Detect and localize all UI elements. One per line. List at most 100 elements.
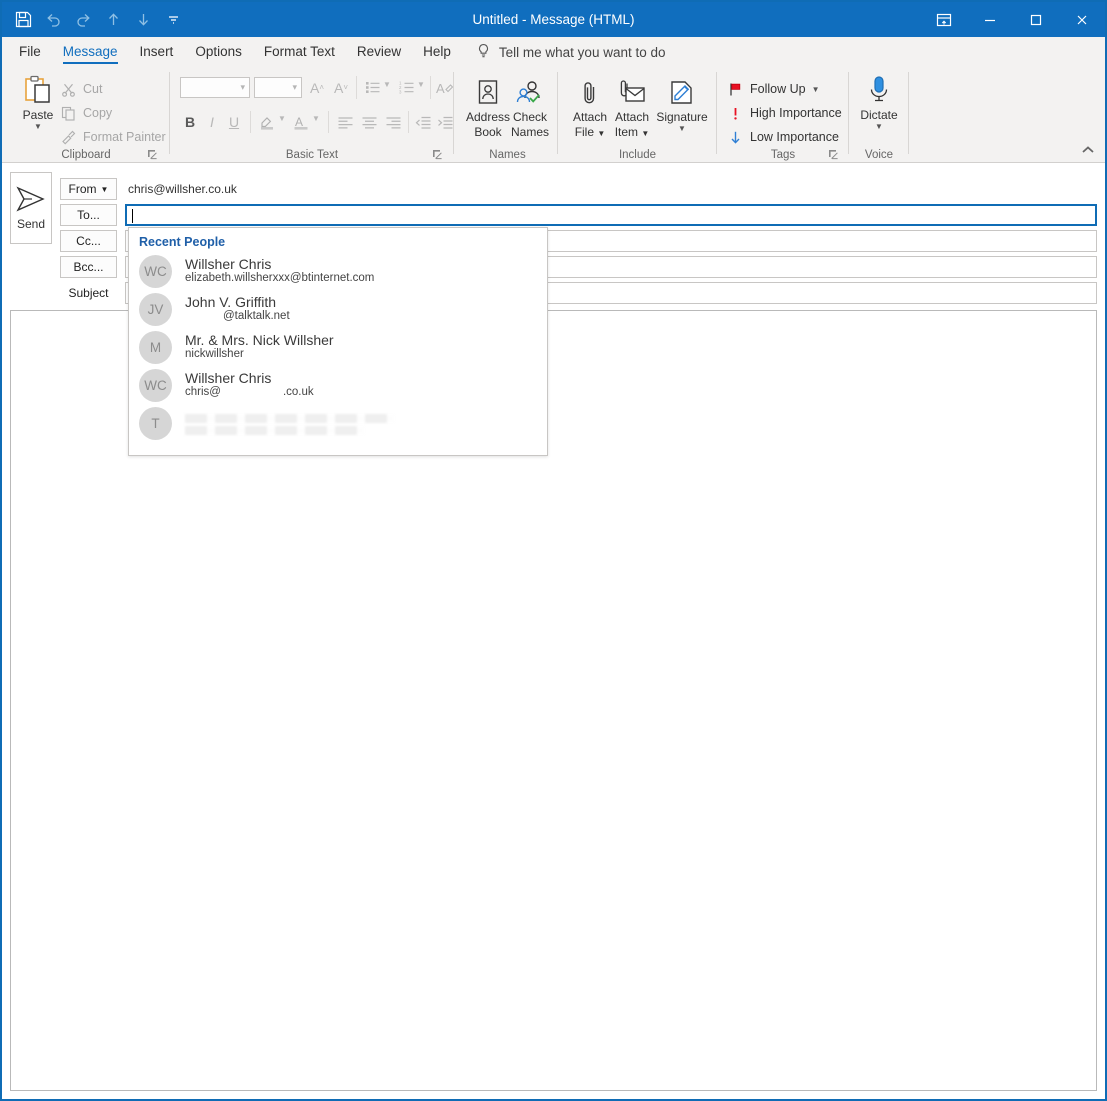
tab-format-text[interactable]: Format Text: [253, 37, 346, 67]
redo-icon[interactable]: [68, 5, 98, 35]
close-button[interactable]: [1059, 2, 1105, 37]
bullets-chevron-down-icon[interactable]: ▼: [383, 80, 391, 89]
copy-icon: [60, 105, 77, 122]
tell-me-box[interactable]: Tell me what you want to do: [462, 43, 666, 62]
font-color-chevron-down-icon[interactable]: ▼: [312, 114, 320, 123]
align-left-icon[interactable]: [334, 111, 356, 133]
chevron-down-icon[interactable]: ▼: [812, 85, 820, 94]
signature-label: Signature: [656, 111, 707, 124]
basic-text-dialog-launcher[interactable]: [432, 147, 445, 160]
contact-email: @talktalk.net: [185, 310, 290, 323]
up-arrow-icon[interactable]: [98, 5, 128, 35]
send-button[interactable]: Send: [10, 172, 52, 244]
dictate-label: Dictate: [860, 109, 897, 122]
shrink-font-icon[interactable]: A˅: [330, 77, 352, 98]
tab-help[interactable]: Help: [412, 37, 462, 67]
maximize-button[interactable]: [1013, 2, 1059, 37]
minimize-button[interactable]: [967, 2, 1013, 37]
copy-button[interactable]: Copy: [60, 103, 112, 123]
from-value: chris@willsher.co.uk: [128, 178, 237, 200]
cc-button[interactable]: Cc...: [60, 230, 117, 252]
text-cursor: [132, 209, 133, 223]
chevron-down-icon[interactable]: ▼: [34, 123, 42, 130]
italic-icon[interactable]: I: [202, 111, 222, 133]
tab-file[interactable]: File: [8, 37, 52, 67]
list-item[interactable]: M Mr. & Mrs. Nick Willsher nickwillsher: [129, 328, 547, 366]
bold-icon[interactable]: B: [180, 111, 200, 133]
font-color-icon[interactable]: A: [290, 111, 312, 133]
to-label: To...: [77, 208, 100, 222]
list-item[interactable]: WC Willsher Chris chris@.co.uk: [129, 366, 547, 404]
check-names-button[interactable]: Check Names: [502, 75, 558, 139]
list-item[interactable]: JV John V. Griffith @talktalk.net: [129, 290, 547, 328]
dictate-button[interactable]: Dictate ▼: [851, 73, 907, 130]
high-importance-label: High Importance: [750, 106, 842, 120]
grow-font-icon[interactable]: A˄: [306, 77, 328, 98]
contact-name: Willsher Chris: [185, 256, 374, 272]
names-group-label: Names: [457, 149, 558, 161]
tags-dialog-launcher[interactable]: [828, 147, 841, 160]
font-size-combobox[interactable]: ▾: [254, 77, 302, 98]
cut-button[interactable]: Cut: [60, 79, 102, 99]
contact-email: elizabeth.willsherxxx@btinternet.com: [185, 272, 374, 285]
follow-up-button[interactable]: Follow Up ▼: [727, 79, 820, 99]
avatar: WC: [139, 255, 172, 288]
text-highlight-icon[interactable]: [256, 111, 278, 133]
underline-icon[interactable]: U: [224, 111, 244, 133]
font-name-combobox[interactable]: ▾: [180, 77, 250, 98]
microphone-icon: [866, 73, 892, 107]
signature-icon: [667, 75, 697, 109]
align-center-icon[interactable]: [358, 111, 380, 133]
bcc-label: Bcc...: [73, 260, 103, 274]
format-painter-button[interactable]: Format Painter: [60, 127, 166, 147]
tab-message[interactable]: Message: [52, 37, 129, 67]
check-names-label-top: Check: [513, 111, 547, 124]
customize-qat-icon[interactable]: [158, 5, 188, 35]
decrease-indent-icon[interactable]: [412, 111, 434, 133]
attach-file-label-bottom: File ▼: [575, 126, 606, 140]
to-button[interactable]: To...: [60, 204, 117, 226]
flag-icon: [727, 81, 744, 98]
high-importance-button[interactable]: High Importance: [727, 103, 842, 123]
to-input[interactable]: [125, 204, 1097, 226]
ribbon-display-options-icon[interactable]: [921, 2, 967, 37]
email-prefix: chris@: [185, 386, 221, 398]
group-separator: [908, 72, 909, 154]
chevron-down-icon[interactable]: ▼: [875, 123, 883, 130]
avatar: WC: [139, 369, 172, 402]
contact-name-redacted: [185, 414, 395, 423]
tab-options[interactable]: Options: [184, 37, 253, 67]
signature-button[interactable]: Signature ▼: [651, 75, 713, 132]
divider: [328, 111, 329, 133]
avatar: T: [139, 407, 172, 440]
contact-name: John V. Griffith: [185, 294, 290, 310]
tab-review[interactable]: Review: [346, 37, 412, 67]
voice-group-label: Voice: [849, 149, 909, 161]
clipboard-dialog-launcher[interactable]: [147, 147, 160, 160]
paste-button[interactable]: Paste ▼: [10, 73, 66, 130]
collapse-ribbon-button[interactable]: [1081, 142, 1097, 158]
list-item[interactable]: WC Willsher Chris elizabeth.willsherxxx@…: [129, 252, 547, 290]
tell-me-label: Tell me what you want to do: [499, 45, 666, 60]
tab-insert[interactable]: Insert: [129, 37, 185, 67]
align-right-icon[interactable]: [382, 111, 404, 133]
contact-email: nickwillsher: [185, 348, 334, 361]
ribbon-group-names: Address Book Check Names Names: [457, 67, 558, 163]
bullets-icon[interactable]: [362, 77, 384, 98]
undo-icon[interactable]: [38, 5, 68, 35]
divider: [430, 76, 431, 99]
low-importance-label: Low Importance: [750, 130, 839, 144]
bcc-button[interactable]: Bcc...: [60, 256, 117, 278]
highlight-chevron-down-icon[interactable]: ▼: [278, 114, 286, 123]
chevron-down-icon[interactable]: ▼: [678, 125, 686, 132]
ribbon-group-clipboard: Paste ▼ Cut Copy Format Painter: [2, 67, 170, 163]
ribbon-tabs: File Message Insert Options Format Text …: [2, 37, 1105, 67]
list-item[interactable]: T: [129, 404, 547, 442]
from-button[interactable]: From ▼: [60, 178, 117, 200]
save-icon[interactable]: [8, 5, 38, 35]
down-arrow-importance-icon: [727, 129, 744, 146]
numbering-icon[interactable]: 123: [396, 77, 418, 98]
down-arrow-icon[interactable]: [128, 5, 158, 35]
low-importance-button[interactable]: Low Importance: [727, 127, 839, 147]
numbering-chevron-down-icon[interactable]: ▼: [417, 80, 425, 89]
